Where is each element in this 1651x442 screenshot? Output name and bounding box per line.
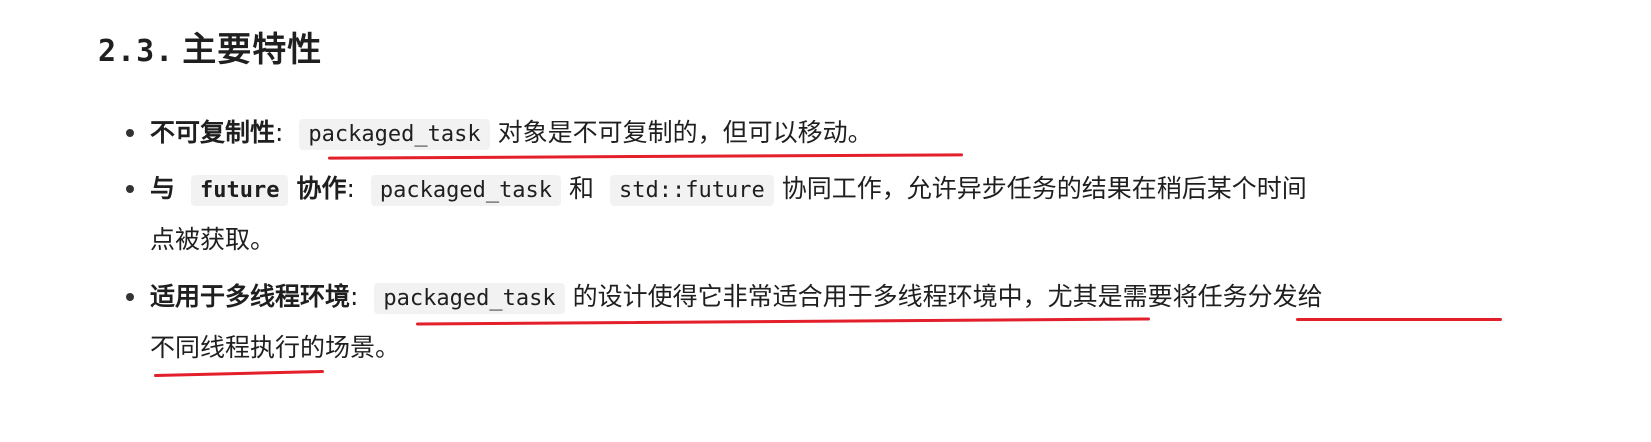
bullet-dot [126, 293, 134, 301]
item-text: 对象是不可复制的，但可以移动。 [497, 118, 873, 147]
code-packaged-task: packaged_task [374, 283, 565, 314]
list-item-continuation: 点被获取。 [150, 225, 276, 254]
list-item-multithread: 适用于多线程环境: packaged_task 的设计使得它非常适合用于多线程环境… [150, 275, 1323, 321]
code-future: future [190, 175, 289, 206]
underline-annotation [153, 369, 325, 378]
bullet-dot [126, 185, 134, 193]
item-text: 的设计使得它非常适合用于多线程环境中，尤其是需要将任务分发给 [572, 282, 1323, 311]
item-term-suffix: 协作 [296, 174, 347, 203]
section-title: 主要特性 [182, 30, 323, 70]
item-colon: : [275, 118, 284, 147]
item-conjunction: 和 [569, 174, 595, 203]
item-text: 协同工作，允许异步任务的结果在稍后某个时间 [781, 174, 1307, 203]
item-term: 与 [150, 174, 176, 203]
item-term: 不可复制性 [150, 118, 276, 147]
list-item-continuation: 不同线程执行的场景。 [150, 333, 401, 362]
code-std-future: std::future [610, 175, 774, 206]
code-packaged-task: packaged_task [370, 175, 562, 206]
bullet-dot [126, 129, 134, 137]
list-item-future-cooperation: 与 future 协作: packaged_task 和 std::future 协同… [150, 167, 1307, 213]
list-item-noncopyable: 不可复制性: packaged_task 对象是不可复制的，但可以移动。 [150, 111, 873, 157]
code-packaged-task: packaged_task [299, 119, 490, 150]
item-term: 适用于多线程环境 [150, 282, 351, 311]
section-heading: 2.3. 主要特性 [98, 26, 322, 76]
item-colon: : [346, 174, 355, 203]
section-number: 2.3. [98, 34, 175, 69]
item-colon: : [350, 282, 359, 311]
underline-annotation [1296, 318, 1502, 321]
